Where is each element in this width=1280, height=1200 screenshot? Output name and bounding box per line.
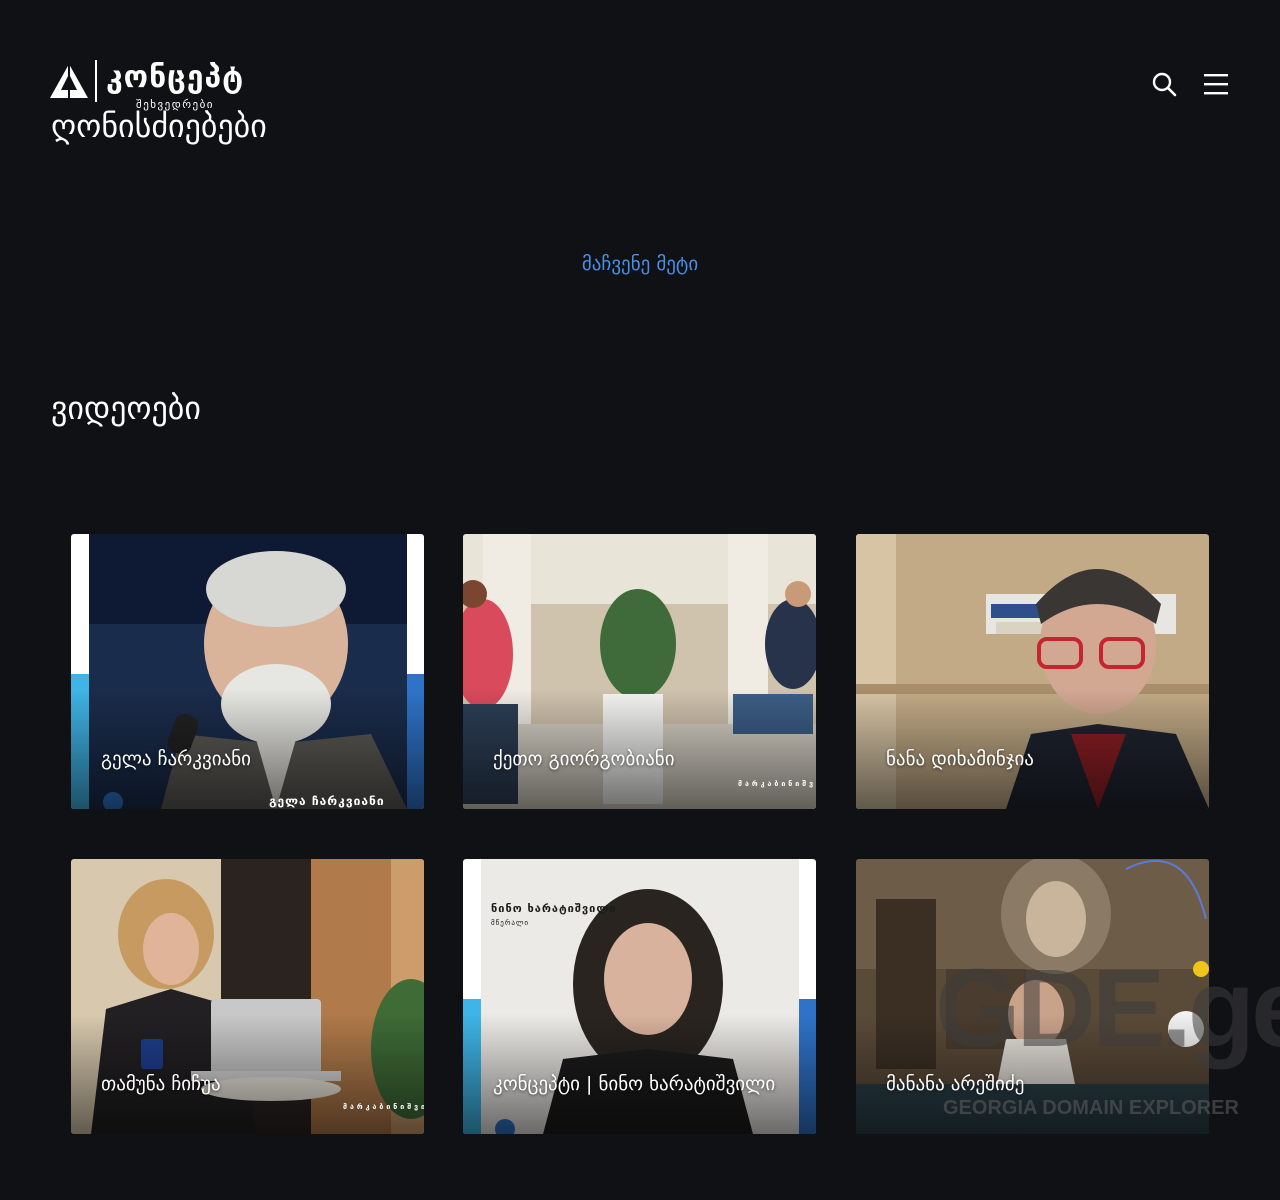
thumbnail-caption: მარკაბინიშვილი (738, 780, 816, 788)
video-card[interactable]: მანანა არეშიძე (856, 859, 1209, 1134)
video-card[interactable]: ნინო ხარატიშვილი მწერალი კონცეპტი | ნინო… (463, 859, 816, 1134)
video-grid: გელა ჩარკვიანი გელა ჩარკვიანი მარკაბინიშ… (0, 0, 1280, 1200)
thumbnail-caption: გელა ჩარკვიანი (269, 794, 385, 808)
video-title: ნანა დიხამინჯია (886, 748, 1034, 770)
thumbnail-caption: ნინო ხარატიშვილი (491, 902, 617, 915)
video-title: ქეთო გიორგობიანი (493, 748, 675, 770)
thumbnail-caption: მარკაბინიშვილი (343, 1103, 424, 1111)
video-card[interactable]: მარკაბინიშვილი ქეთო გიორგობიანი (463, 534, 816, 809)
video-title: გელა ჩარკვიანი (101, 748, 251, 770)
video-title: მანანა არეშიძე (886, 1073, 1025, 1095)
video-card[interactable]: გელა ჩარკვიანი გელა ჩარკვიანი (71, 534, 424, 809)
video-title: კონცეპტი | ნინო ხარატიშვილი (493, 1073, 776, 1095)
video-card[interactable]: მარკაბინიშვილი თამუნა ჩიჩუა (71, 859, 424, 1134)
video-card[interactable]: ნანა დიხამინჯია (856, 534, 1209, 809)
video-title: თამუნა ჩიჩუა (101, 1073, 221, 1095)
thumbnail-subcaption: მწერალი (491, 919, 530, 927)
